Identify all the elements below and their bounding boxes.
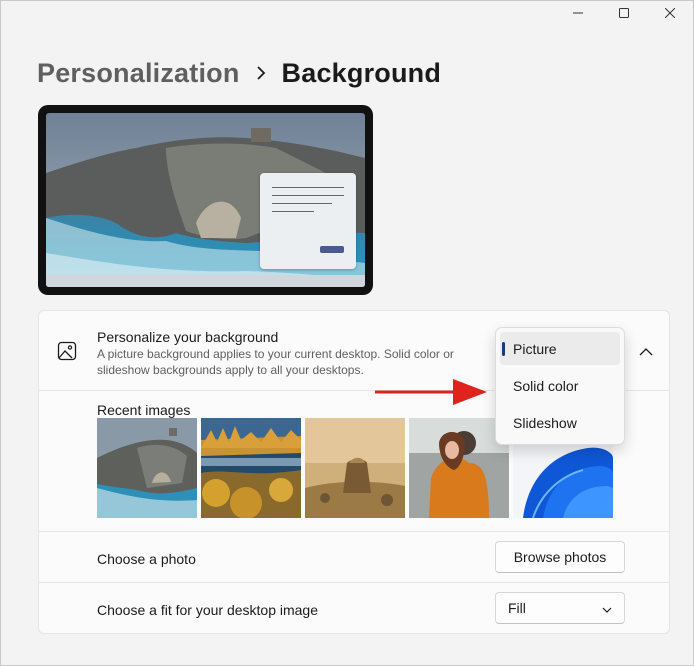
breadcrumb: Personalization Background xyxy=(37,53,441,93)
divider xyxy=(39,582,669,583)
option-picture[interactable]: Picture xyxy=(500,332,620,365)
personalize-description: A picture background applies to your cur… xyxy=(97,347,454,377)
option-slideshow[interactable]: Slideshow xyxy=(500,406,620,439)
maximize-button[interactable] xyxy=(601,1,647,25)
minimize-icon xyxy=(573,12,583,14)
fit-label: Choose a fit for your desktop image xyxy=(97,602,319,618)
desktop-preview xyxy=(38,105,373,295)
chevron-up-icon[interactable] xyxy=(639,344,653,362)
option-label: Picture xyxy=(513,340,557,357)
recent-image-desert[interactable] xyxy=(305,418,405,518)
recent-image-autumn[interactable] xyxy=(201,418,301,518)
chevron-down-icon xyxy=(602,600,612,616)
settings-window: Personalization Background Personalize y… xyxy=(0,0,694,666)
recent-image-coast[interactable] xyxy=(97,418,197,518)
fit-dropdown[interactable]: Fill xyxy=(495,592,625,624)
recent-images-label: Recent images xyxy=(97,402,191,418)
background-type-dropdown-menu: Picture Solid color Slideshow xyxy=(495,327,625,445)
page-title: Background xyxy=(281,57,442,88)
breadcrumb-personalization[interactable]: Personalization xyxy=(37,58,240,89)
maximize-icon xyxy=(619,8,629,18)
option-label: Slideshow xyxy=(513,414,577,431)
minimize-button[interactable] xyxy=(555,1,601,25)
red-arrow-annotation xyxy=(375,379,487,405)
personalize-title: Personalize your background xyxy=(97,329,279,345)
selection-indicator xyxy=(502,342,505,356)
chevron-right-icon xyxy=(256,66,266,80)
recent-image-woman[interactable] xyxy=(409,418,509,518)
fit-value: Fill xyxy=(508,600,526,616)
title-bar-controls xyxy=(555,1,693,25)
close-icon xyxy=(665,8,675,18)
preview-taskbar xyxy=(46,275,365,287)
close-button[interactable] xyxy=(647,1,693,25)
image-icon xyxy=(57,341,77,366)
option-label: Solid color xyxy=(513,377,579,394)
divider xyxy=(39,531,669,532)
option-solid-color[interactable]: Solid color xyxy=(500,369,620,402)
choose-photo-label: Choose a photo xyxy=(97,551,196,567)
browse-photos-button[interactable]: Browse photos xyxy=(495,541,625,573)
preview-window-mock xyxy=(260,173,356,269)
